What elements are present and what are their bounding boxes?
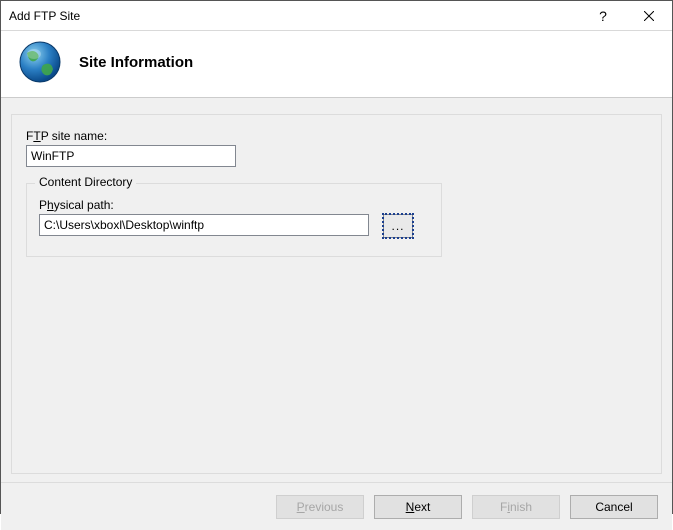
physical-path-label: Physical path: [39,198,429,212]
page-title: Site Information [79,54,193,71]
finish-button: Finish [472,495,560,519]
window-title: Add FTP Site [9,9,580,23]
titlebar: Add FTP Site ? [1,1,672,31]
physical-path-input[interactable] [39,214,369,236]
content-directory-legend: Content Directory [35,175,136,189]
globe-icon [17,39,63,85]
wizard-header: Site Information [1,31,672,98]
content-directory-group: Content Directory Physical path: ... [26,183,442,257]
content-panel: FTP site name: Content Directory Physica… [11,114,662,474]
help-button[interactable]: ? [580,1,626,31]
ftp-site-name-label: FTP site name: [26,129,647,143]
close-icon [644,11,654,21]
previous-button: Previous [276,495,364,519]
close-button[interactable] [626,1,672,31]
browse-button[interactable]: ... [383,214,413,238]
next-button[interactable]: Next [374,495,462,519]
ftp-site-name-input[interactable] [26,145,236,167]
wizard-footer: Previous Next Finish Cancel [1,482,672,530]
cancel-button[interactable]: Cancel [570,495,658,519]
content-area: FTP site name: Content Directory Physica… [1,98,672,482]
